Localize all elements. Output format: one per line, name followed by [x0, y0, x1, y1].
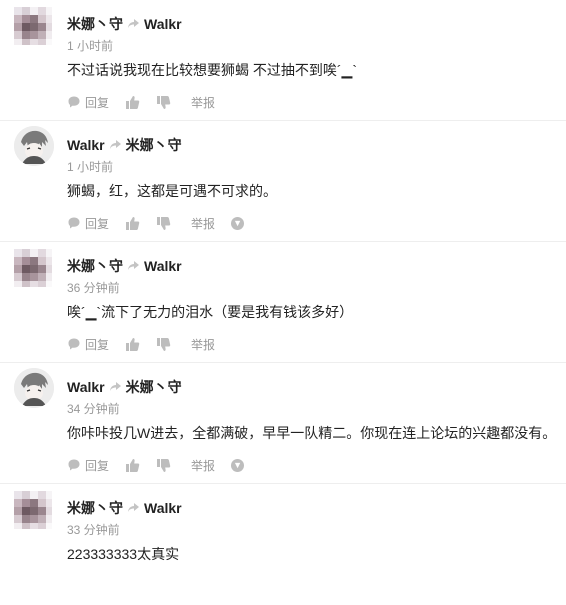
comment-list: 米娜丶守 Walkr 1 小时前 不过话说我现在比较想要狮蝎 不过抽不到唉´▁` …: [0, 0, 566, 605]
comment-header: Walkr 米娜丶守: [67, 377, 182, 397]
reply-to-name[interactable]: 米娜丶守: [126, 379, 182, 395]
chevron-down-icon[interactable]: ▼: [231, 216, 245, 230]
comment-time: 34 分钟前: [67, 402, 120, 416]
reply-arrow-icon: [127, 16, 140, 32]
reply-label: 回复: [85, 337, 110, 352]
comment-actions: 回复 举报 ▼: [67, 457, 245, 474]
comment-item: 米娜丶守 Walkr 1 小时前 不过话说我现在比较想要狮蝎 不过抽不到唉´▁` …: [0, 0, 566, 121]
author-name[interactable]: 米娜丶守: [67, 258, 123, 274]
reply-button[interactable]: 回复: [67, 215, 109, 232]
comment-item: 米娜丶守 Walkr 36 分钟前 唉´▁`流下了无力的泪水（要是我有钱该多好） …: [0, 242, 566, 363]
author-name[interactable]: Walkr: [67, 379, 105, 395]
reply-arrow-icon: [109, 379, 122, 395]
like-button[interactable]: [125, 216, 140, 231]
comment-time: 33 分钟前: [67, 523, 120, 537]
author-name[interactable]: 米娜丶守: [67, 500, 123, 516]
reply-label: 回复: [85, 216, 110, 231]
avatar[interactable]: [14, 126, 54, 166]
like-button[interactable]: [125, 95, 140, 110]
report-button[interactable]: 举报: [187, 215, 215, 232]
reply-button[interactable]: 回复: [67, 94, 109, 111]
report-label: 举报: [191, 458, 216, 473]
comment-item: 米娜丶守 Walkr 33 分钟前 223333333太真实: [0, 484, 566, 605]
comment-actions: 回复 举报: [67, 94, 231, 110]
reply-arrow-icon: [127, 500, 140, 516]
comment-bubble-icon: [67, 216, 81, 230]
comment-text: 唉´▁`流下了无力的泪水（要是我有钱该多好）: [67, 304, 354, 320]
reply-to-name[interactable]: Walkr: [144, 500, 182, 516]
reply-arrow-icon: [127, 258, 140, 274]
dislike-button[interactable]: [156, 458, 171, 473]
like-button[interactable]: [125, 458, 140, 473]
comment-actions: 回复 举报: [67, 336, 231, 352]
author-name[interactable]: 米娜丶守: [67, 16, 123, 32]
reply-to-name[interactable]: 米娜丶守: [126, 137, 182, 153]
avatar[interactable]: [14, 491, 52, 529]
comment-item: Walkr 米娜丶守 34 分钟前 你咔咔投几W进去，全都满破，早早一队精二。你现…: [0, 363, 566, 484]
thumbs-up-icon: [125, 216, 140, 231]
report-label: 举报: [191, 216, 216, 231]
thumbs-down-icon: [156, 216, 171, 231]
comment-time: 1 小时前: [67, 160, 114, 174]
comment-text: 你咔咔投几W进去，全都满破，早早一队精二。你现在连上论坛的兴趣都没有。: [67, 425, 557, 441]
chevron-down-icon[interactable]: ▼: [231, 458, 245, 472]
thumbs-down-icon: [156, 458, 171, 473]
comment-header: 米娜丶守 Walkr: [67, 14, 182, 34]
comment-text: 狮蝎，红，这都是可遇不可求的。: [67, 183, 277, 199]
reply-button[interactable]: 回复: [67, 457, 109, 474]
report-label: 举报: [191, 337, 216, 352]
reply-button[interactable]: 回复: [67, 336, 109, 353]
report-button[interactable]: 举报: [187, 336, 215, 353]
comment-bubble-icon: [67, 337, 81, 351]
comment-item: Walkr 米娜丶守 1 小时前 狮蝎，红，这都是可遇不可求的。 回复 举报 ▼: [0, 121, 566, 242]
reply-label: 回复: [85, 95, 110, 110]
comment-actions: 回复 举报 ▼: [67, 215, 245, 232]
thumbs-up-icon: [125, 337, 140, 352]
comment-time: 1 小时前: [67, 39, 114, 53]
avatar[interactable]: [14, 368, 54, 408]
thumbs-down-icon: [156, 337, 171, 352]
reply-to-name[interactable]: Walkr: [144, 16, 182, 32]
dislike-button[interactable]: [156, 216, 171, 231]
report-button[interactable]: 举报: [187, 457, 215, 474]
reply-arrow-icon: [109, 137, 122, 153]
comment-bubble-icon: [67, 95, 81, 109]
comment-bubble-icon: [67, 458, 81, 472]
like-button[interactable]: [125, 337, 140, 352]
comment-header: 米娜丶守 Walkr: [67, 498, 182, 518]
avatar[interactable]: [14, 7, 52, 45]
report-label: 举报: [191, 95, 216, 110]
comment-header: 米娜丶守 Walkr: [67, 256, 182, 276]
dislike-button[interactable]: [156, 337, 171, 352]
reply-to-name[interactable]: Walkr: [144, 258, 182, 274]
thumbs-up-icon: [125, 95, 140, 110]
report-button[interactable]: 举报: [187, 94, 215, 111]
thumbs-down-icon: [156, 95, 171, 110]
comment-time: 36 分钟前: [67, 281, 120, 295]
reply-label: 回复: [85, 458, 110, 473]
avatar[interactable]: [14, 249, 52, 287]
author-name[interactable]: Walkr: [67, 137, 105, 153]
dislike-button[interactable]: [156, 95, 171, 110]
comment-text: 不过话说我现在比较想要狮蝎 不过抽不到唉´▁`: [67, 62, 357, 78]
comment-header: Walkr 米娜丶守: [67, 135, 182, 155]
thumbs-up-icon: [125, 458, 140, 473]
comment-text: 223333333太真实: [67, 546, 180, 562]
